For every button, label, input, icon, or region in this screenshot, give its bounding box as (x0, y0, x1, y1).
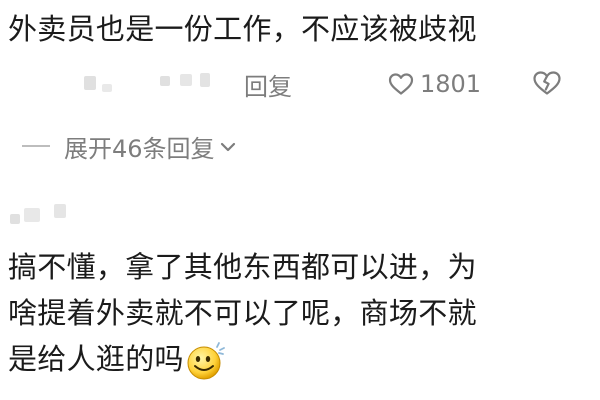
comment-line: 搞不懂，拿了其他东西都可以进，为 (8, 250, 477, 284)
comment-line: 是给人逛的吗 (8, 336, 568, 382)
masked-username (54, 204, 66, 218)
like-count: 1801 (420, 70, 482, 98)
masked-timestamp (200, 73, 210, 87)
divider-line (22, 145, 50, 147)
expand-replies[interactable]: 展开46条回复 (22, 128, 237, 164)
comment-line-text: 是给人逛的吗 (8, 342, 184, 376)
comment-meta-row: 回复 1801 (0, 64, 600, 104)
comment-line: 啥提着外卖就不可以了呢，商场不就 (8, 296, 477, 330)
masked-timestamp (180, 74, 192, 86)
like-button[interactable]: 1801 (388, 67, 481, 101)
masked-username (24, 208, 40, 222)
reply-button[interactable]: 回复 (244, 67, 292, 102)
broken-heart-outline-icon[interactable] (532, 70, 562, 96)
comment-text: 外卖员也是一份工作，不应该被歧视 (8, 12, 477, 46)
masked-username (84, 76, 96, 90)
comment-text: 搞不懂，拿了其他东西都可以进，为 啥提着外卖就不可以了呢，商场不就 是给人逛的吗 (8, 244, 568, 382)
grinning-face-emoji (187, 342, 225, 380)
chevron-down-icon[interactable] (219, 140, 237, 154)
comment-author-row (0, 198, 600, 228)
comment-thread: 外卖员也是一份工作，不应该被歧视 回复 1801 展开46条回复 搞不懂，拿了其… (0, 0, 600, 400)
heart-outline-icon (388, 73, 414, 95)
masked-username (102, 84, 112, 92)
masked-username (10, 214, 20, 224)
expand-replies-label[interactable]: 展开46条回复 (64, 129, 215, 164)
masked-timestamp (160, 76, 170, 86)
